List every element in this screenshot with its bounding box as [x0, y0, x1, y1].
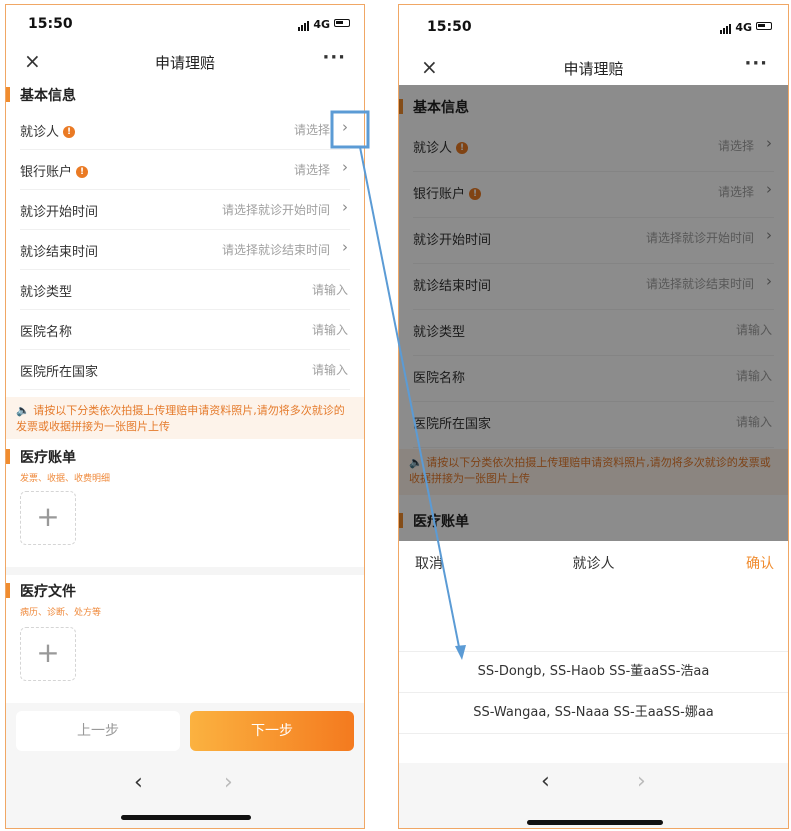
- phone-screen-right: 15:50 4G × 申请理赔 ··· 基本信息 就诊人! 请选择 › 银行账户! 请选…: [398, 4, 789, 829]
- forward-icon[interactable]: ›: [224, 770, 233, 795]
- field-label: 就诊类型: [20, 285, 73, 300]
- section-medical-docs: 医疗文件: [6, 581, 76, 601]
- field-label: 医院所在国家: [20, 365, 99, 380]
- more-icon[interactable]: ···: [744, 53, 768, 74]
- picker-title: 就诊人: [572, 556, 615, 572]
- form-row[interactable]: 医院名称 请输入: [20, 309, 350, 350]
- warning-icon: !: [76, 165, 89, 178]
- speaker-icon: 🔈: [16, 404, 30, 417]
- browser-bottom-bar: ‹ ›: [6, 764, 364, 828]
- field-label-group: 银行账户!: [20, 161, 89, 180]
- field-label: 就诊开始时间: [20, 205, 99, 220]
- battery-icon: [334, 19, 350, 27]
- chevron-right-icon[interactable]: ›: [342, 158, 348, 176]
- signal-icon: [720, 24, 732, 34]
- plus-icon: +: [36, 636, 60, 669]
- status-time: 15:50: [427, 19, 472, 35]
- field-value[interactable]: 请选择: [294, 161, 330, 178]
- picker-sheet: 取消 就诊人 确认 SS-Dongb, SS-Haob SS-董aaSS-浩aa…: [399, 541, 788, 828]
- section-medical-bill: 医疗账单: [6, 447, 76, 467]
- prev-step-button[interactable]: 上一步: [16, 711, 180, 751]
- network-label: 4G: [735, 21, 752, 34]
- field-value[interactable]: 请输入: [312, 321, 348, 338]
- notice-text: 请按以下分类依次拍摄上传理赔申请资料照片,请勿将多次就诊的发票或收据拼接为一张图…: [16, 404, 345, 433]
- section-basic-info: 基本信息: [6, 85, 76, 105]
- modal-overlay[interactable]: [399, 85, 788, 541]
- form-row[interactable]: 医院所在国家 请输入: [20, 349, 350, 390]
- action-bar: 上一步 下一步: [6, 703, 364, 765]
- form-row[interactable]: 就诊人! 请选择 ›: [20, 109, 350, 150]
- form-row[interactable]: 银行账户! 请选择 ›: [20, 149, 350, 190]
- field-label: 就诊人: [20, 125, 60, 140]
- medical-docs-hint: 病历、诊断、处方等: [20, 608, 102, 618]
- browser-bottom-bar: ‹ ›: [399, 763, 788, 828]
- status-bar: 15:50 4G: [399, 5, 788, 45]
- medical-bill-hint: 发票、收据、收费明细: [20, 474, 111, 484]
- field-label: 就诊结束时间: [20, 245, 99, 260]
- picker-option[interactable]: SS-Wangaa, SS-Naaa SS-王aaSS-娜aa: [399, 692, 788, 734]
- battery-icon: [756, 22, 772, 30]
- upload-notice: 🔈 请按以下分类依次拍摄上传理赔申请资料照片,请勿将多次就诊的发票或收据拼接为一…: [6, 397, 364, 439]
- field-value[interactable]: 请输入: [312, 361, 348, 378]
- field-value[interactable]: 请选择就诊结束时间: [222, 241, 330, 258]
- nav-bar: × 申请理赔 ···: [399, 51, 788, 87]
- chevron-right-icon[interactable]: ›: [342, 198, 348, 216]
- phone-screen-left: 15:50 4G × 申请理赔 ··· 基本信息 就诊人! 请选择 › 银行账户! 请选…: [5, 4, 365, 829]
- more-icon[interactable]: ···: [322, 47, 346, 68]
- back-icon[interactable]: ‹: [134, 770, 143, 795]
- field-label: 医院名称: [20, 325, 73, 340]
- chevron-right-icon[interactable]: ›: [342, 238, 348, 256]
- field-value[interactable]: 请输入: [312, 281, 348, 298]
- back-icon[interactable]: ‹: [541, 769, 550, 794]
- field-label-group: 就诊人!: [20, 121, 76, 140]
- network-label: 4G: [313, 18, 330, 31]
- divider: [6, 567, 364, 575]
- next-step-button[interactable]: 下一步: [190, 711, 354, 751]
- form-row[interactable]: 就诊开始时间 请选择就诊开始时间 ›: [20, 189, 350, 230]
- plus-icon: +: [36, 500, 60, 533]
- signal-indicator: 4G: [298, 18, 330, 31]
- home-indicator: [527, 820, 663, 825]
- picker-confirm-button[interactable]: 确认: [746, 553, 774, 573]
- field-value[interactable]: 请选择: [294, 121, 330, 138]
- medical-docs-upload-button[interactable]: +: [20, 627, 76, 681]
- warning-icon: !: [63, 125, 76, 138]
- signal-icon: [298, 21, 310, 31]
- forward-icon[interactable]: ›: [637, 769, 646, 794]
- status-bar: 15:50 4G: [6, 5, 364, 45]
- medical-bill-upload-button[interactable]: +: [20, 491, 76, 545]
- chevron-right-icon[interactable]: ›: [342, 118, 348, 136]
- page-title: 申请理赔: [154, 54, 215, 72]
- form-row[interactable]: 就诊类型 请输入: [20, 269, 350, 310]
- status-time: 15:50: [28, 16, 73, 32]
- nav-bar: × 申请理赔 ···: [6, 45, 364, 81]
- home-indicator: [121, 815, 251, 820]
- picker-option[interactable]: SS-Dongb, SS-Haob SS-董aaSS-浩aa: [399, 651, 788, 692]
- field-value[interactable]: 请选择就诊开始时间: [222, 201, 330, 218]
- page-title: 申请理赔: [563, 60, 624, 78]
- form-row[interactable]: 就诊结束时间 请选择就诊结束时间 ›: [20, 229, 350, 270]
- signal-indicator: 4G: [720, 21, 752, 34]
- field-label: 银行账户: [20, 165, 73, 180]
